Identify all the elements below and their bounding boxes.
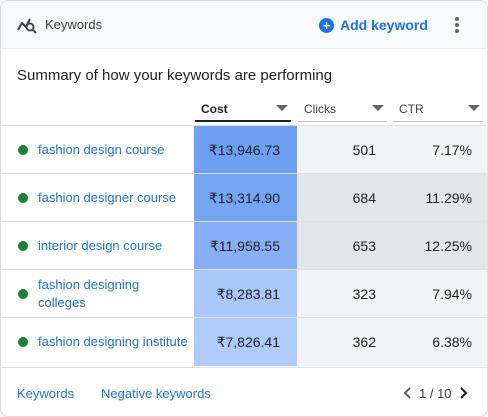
keyword-link[interactable]: interior design course (38, 222, 188, 270)
cost-cell: ₹8,283.81 (194, 270, 297, 318)
clicks-cell: 684 (297, 174, 392, 222)
status-enabled-icon (18, 145, 28, 155)
card-title: Keywords (45, 17, 103, 32)
table-row: fashion designing institute ₹7,826.41 36… (1, 317, 487, 366)
negative-keywords-link[interactable]: Negative keywords (101, 386, 211, 401)
keyword-link[interactable]: fashion designing institute (38, 318, 188, 366)
cost-cell: ₹7,826.41 (194, 318, 297, 366)
keyword-link[interactable]: fashion design course (38, 126, 188, 174)
status-enabled-icon (18, 289, 28, 299)
clicks-cell: 362 (297, 318, 392, 366)
cost-cell: ₹13,314.90 (194, 174, 297, 222)
keywords-link[interactable]: Keywords (17, 386, 74, 401)
keywords-icon (17, 18, 37, 34)
table-row: fashion designer course ₹13,314.90 684 1… (1, 173, 487, 222)
summary-heading: Summary of how your keywords are perform… (17, 67, 333, 84)
card-footer: Keywords Negative keywords 1 / 10 (1, 367, 487, 416)
column-header-cost[interactable]: Cost (195, 97, 291, 125)
table-row: fashion design course ₹13,946.73 501 7.1… (1, 125, 487, 174)
dropdown-caret-icon (468, 105, 480, 111)
keywords-table: fashion design course ₹13,946.73 501 7.1… (1, 125, 487, 366)
status-enabled-icon (18, 337, 28, 347)
clicks-header-label: Clicks (304, 102, 336, 116)
sort-caret-icon (276, 105, 288, 111)
add-keyword-label: Add keyword (340, 17, 428, 33)
add-keyword-button[interactable]: + Add keyword (319, 14, 428, 36)
ctr-cell: 7.94% (392, 270, 487, 318)
clicks-cell: 501 (297, 126, 392, 174)
keyword-link[interactable]: fashion designer course (38, 174, 188, 222)
keyword-link[interactable]: fashion designing colleges (38, 270, 188, 318)
clicks-cell: 323 (297, 270, 392, 318)
card-header: Keywords + Add keyword (1, 1, 487, 49)
table-row: fashion designing colleges ₹8,283.81 323… (1, 269, 487, 318)
cost-header-label: Cost (201, 102, 228, 116)
ctr-cell: 6.38% (392, 318, 487, 366)
pagination: 1 / 10 (401, 384, 470, 402)
table-row: interior design course ₹11,958.55 653 12… (1, 221, 487, 270)
status-enabled-icon (18, 241, 28, 251)
ctr-cell: 12.25% (392, 222, 487, 270)
cost-cell: ₹13,946.73 (194, 126, 297, 174)
cost-cell: ₹11,958.55 (194, 222, 297, 270)
page-indicator: 1 / 10 (419, 385, 452, 401)
keywords-card: Keywords + Add keyword Summary of how yo… (0, 0, 488, 417)
clicks-cell: 653 (297, 222, 392, 270)
ctr-header-label: CTR (399, 102, 424, 116)
more-options-icon[interactable] (449, 15, 465, 35)
status-enabled-icon (18, 193, 28, 203)
plus-icon: + (319, 17, 334, 33)
chevron-right-icon[interactable] (456, 385, 470, 401)
chevron-left-icon[interactable] (401, 385, 415, 401)
ctr-cell: 7.17% (392, 126, 487, 174)
column-header-clicks[interactable]: Clicks (298, 97, 387, 125)
column-header-ctr[interactable]: CTR (393, 97, 483, 125)
dropdown-caret-icon (372, 105, 384, 111)
ctr-cell: 11.29% (392, 174, 487, 222)
